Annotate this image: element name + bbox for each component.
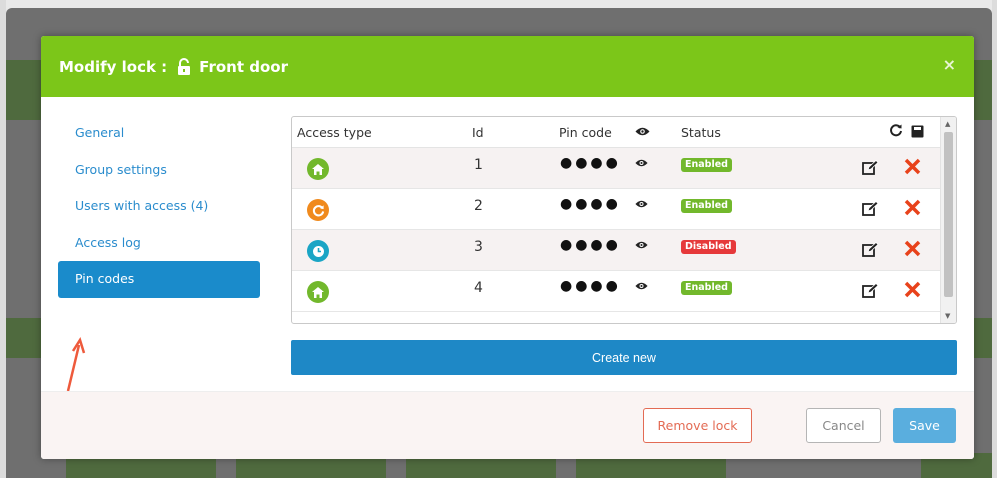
table-row: 4 ●●●● Enabled [292, 271, 940, 312]
save-button[interactable]: Save [893, 408, 956, 443]
column-header-access-type[interactable]: Access type [297, 125, 372, 140]
lock-name: Front door [199, 57, 288, 76]
home-icon [307, 281, 329, 303]
scroll-down-icon[interactable]: ▼ [945, 312, 950, 320]
table-row: 1 ●●●● Enabled [292, 148, 940, 189]
delete-icon[interactable] [904, 158, 921, 179]
status-badge: Enabled [681, 281, 732, 295]
sidebar-item-general[interactable]: General [58, 115, 260, 152]
table-row: 3 ●●●● Disabled [292, 230, 940, 271]
modify-lock-modal: Modify lock : Front door × General Group… [41, 36, 974, 459]
show-pin-eye-icon[interactable] [635, 239, 648, 254]
sidebar-item-users-with-access[interactable]: Users with access (4) [58, 188, 260, 225]
column-header-pin-code[interactable]: Pin code [559, 125, 612, 140]
scroll-up-icon[interactable]: ▲ [945, 120, 950, 128]
cancel-button[interactable]: Cancel [806, 408, 881, 443]
unlocked-padlock-icon [177, 57, 191, 76]
show-pin-eye-icon[interactable] [635, 157, 648, 172]
create-new-button[interactable]: Create new [291, 340, 957, 375]
background-tile [6, 60, 46, 120]
pin-masked: ●●●● [560, 155, 621, 171]
table-header: Access type Id Pin code Status [292, 117, 956, 148]
table-scrollbar[interactable]: ▲ ▼ [940, 117, 956, 323]
refresh-icon [307, 199, 329, 221]
save-disk-icon[interactable] [911, 125, 924, 141]
pin-id: 2 [474, 198, 483, 214]
close-icon[interactable]: × [943, 55, 956, 74]
delete-icon[interactable] [904, 281, 921, 302]
sidebar-item-pin-codes[interactable]: Pin codes [58, 261, 260, 298]
edit-icon[interactable] [862, 282, 879, 303]
scroll-thumb[interactable] [944, 132, 953, 297]
modal-body: General Group settings Users with access… [41, 97, 974, 392]
pin-id: 4 [474, 280, 483, 296]
column-header-id[interactable]: Id [472, 125, 484, 140]
refresh-icon[interactable] [889, 123, 903, 140]
background-tile [6, 318, 46, 358]
show-pin-eye-icon[interactable] [635, 198, 648, 213]
home-icon [307, 158, 329, 180]
annotation-arrow-icon [63, 337, 93, 397]
sidebar-nav: General Group settings Users with access… [58, 115, 260, 298]
pin-codes-table: Access type Id Pin code Status 1 ●●●● En… [291, 116, 957, 324]
pin-masked: ●●●● [560, 278, 621, 294]
column-header-status[interactable]: Status [681, 125, 721, 140]
edit-icon[interactable] [862, 200, 879, 221]
delete-icon[interactable] [904, 199, 921, 220]
show-pins-eye-icon[interactable] [635, 125, 650, 140]
status-badge: Disabled [681, 240, 736, 254]
edit-icon[interactable] [862, 159, 879, 180]
delete-icon[interactable] [904, 240, 921, 261]
remove-lock-button[interactable]: Remove lock [643, 408, 752, 443]
pin-masked: ●●●● [560, 196, 621, 212]
modal-header: Modify lock : Front door × [41, 36, 974, 97]
pin-masked: ●●●● [560, 237, 621, 253]
table-row: 2 ●●●● Enabled [292, 189, 940, 230]
status-badge: Enabled [681, 158, 732, 172]
status-badge: Enabled [681, 199, 732, 213]
show-pin-eye-icon[interactable] [635, 280, 648, 295]
pin-id: 3 [474, 239, 483, 255]
modal-footer: Remove lock Cancel Save [41, 391, 974, 459]
edit-icon[interactable] [862, 241, 879, 262]
clock-icon [307, 240, 329, 262]
sidebar-item-group-settings[interactable]: Group settings [58, 152, 260, 189]
pin-id: 1 [474, 157, 483, 173]
modal-title-prefix: Modify lock : [59, 57, 168, 76]
sidebar-item-access-log[interactable]: Access log [58, 225, 260, 262]
